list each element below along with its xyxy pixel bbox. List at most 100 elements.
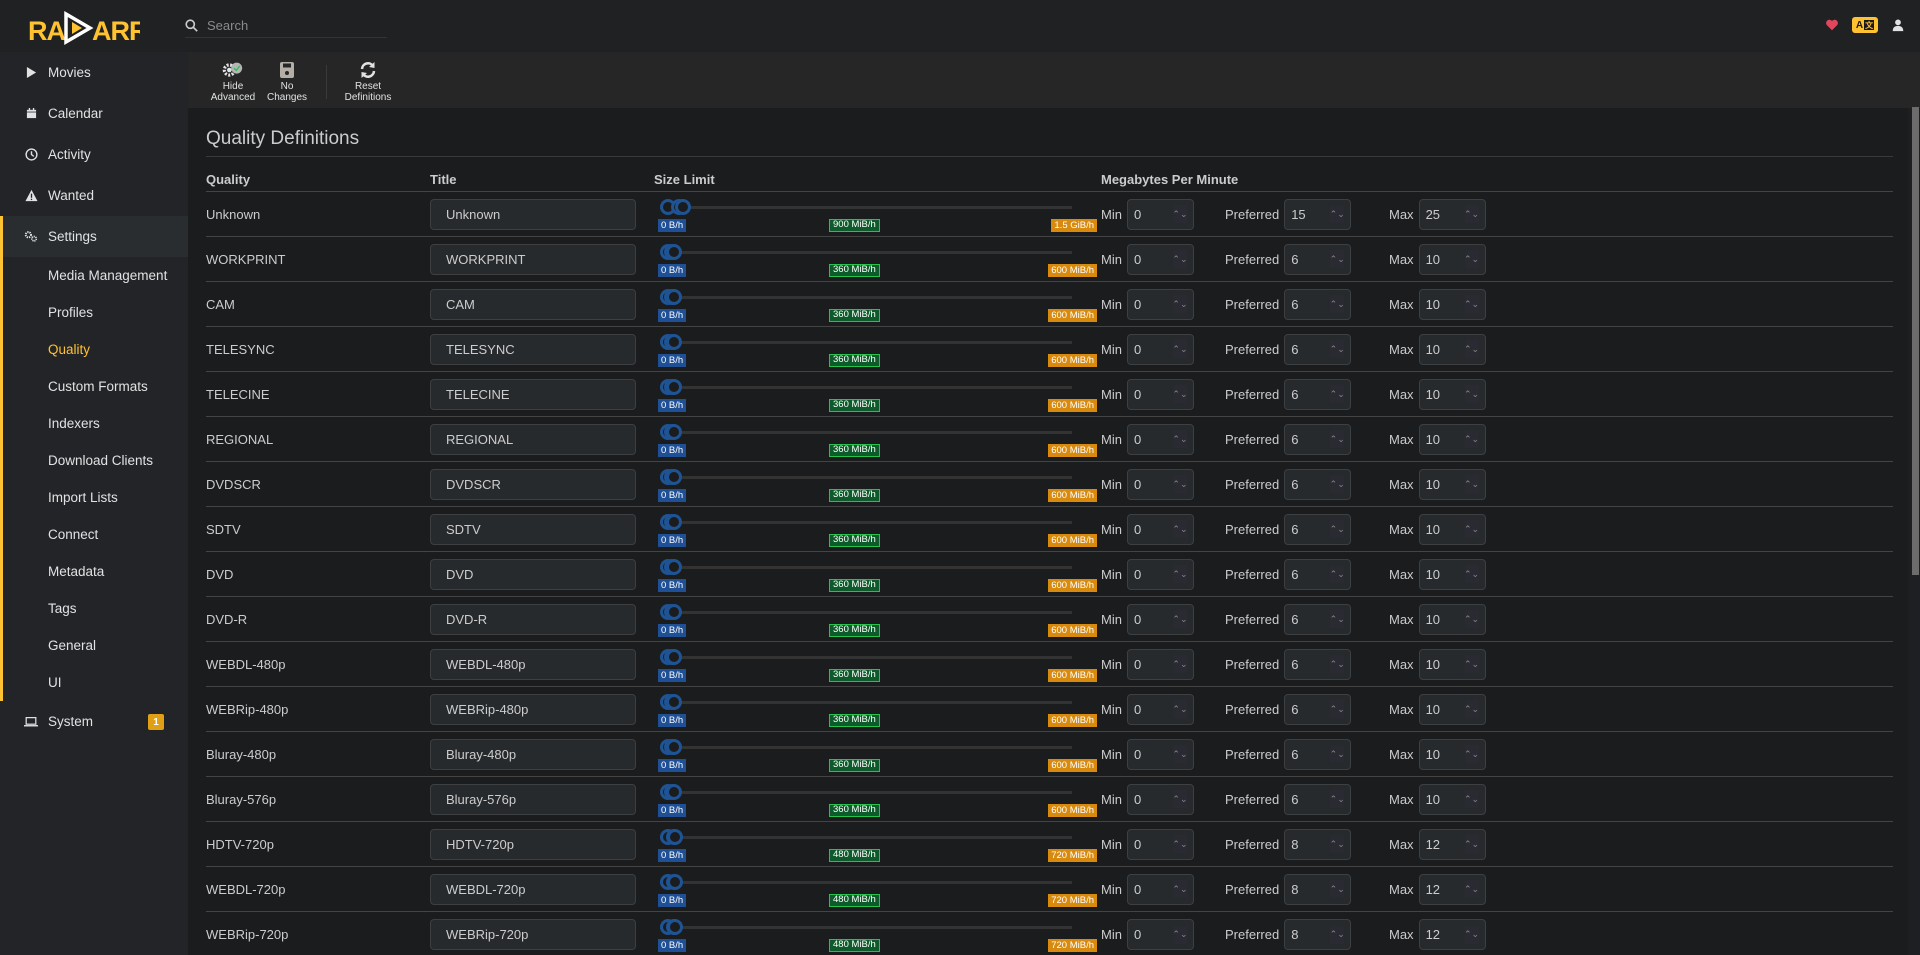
spinner-icon[interactable]: ⌃⌄ (1172, 655, 1188, 673)
sidebar-subitem-tags[interactable]: Tags (3, 590, 188, 627)
title-input[interactable] (430, 333, 636, 365)
hide-advanced-button[interactable]: Hide Advanced (206, 60, 260, 103)
max-number-input[interactable]: 10 ⌃⌄ (1418, 243, 1486, 275)
size-limit-slider[interactable]: 0 B/h 360 MiB/h 600 MiB/h (654, 282, 1101, 327)
spinner-icon[interactable]: ⌃⌄ (1172, 385, 1188, 403)
slider-handle-max[interactable] (666, 783, 682, 800)
save-button[interactable]: No Changes (260, 60, 314, 103)
spinner-icon[interactable]: ⌃⌄ (1464, 295, 1479, 313)
preferred-number-input[interactable]: 6 ⌃⌄ (1284, 423, 1352, 455)
sidebar-subitem-ui[interactable]: UI (3, 664, 188, 701)
reset-definitions-button[interactable]: Reset Definitions (341, 60, 395, 103)
spinner-icon[interactable]: ⌃⌄ (1330, 385, 1345, 403)
slider-handle-max[interactable] (675, 198, 691, 215)
slider-handle-max[interactable] (666, 738, 682, 755)
spinner-icon[interactable]: ⌃⌄ (1330, 655, 1345, 673)
spinner-icon[interactable]: ⌃⌄ (1464, 835, 1479, 853)
max-number-input[interactable]: 10 ⌃⌄ (1418, 693, 1486, 725)
sidebar-item-settings[interactable]: Settings (0, 216, 188, 257)
spinner-icon[interactable]: ⌃⌄ (1330, 790, 1345, 808)
sidebar-subitem-media-management[interactable]: Media Management (3, 257, 188, 294)
size-limit-slider[interactable]: 0 B/h 360 MiB/h 600 MiB/h (654, 552, 1101, 597)
spinner-icon[interactable]: ⌃⌄ (1464, 475, 1479, 493)
spinner-icon[interactable]: ⌃⌄ (1172, 835, 1188, 853)
min-number-input[interactable]: 0 ⌃⌄ (1126, 648, 1194, 680)
spinner-icon[interactable]: ⌃⌄ (1464, 430, 1479, 448)
min-number-input[interactable]: 0 ⌃⌄ (1126, 243, 1194, 275)
title-input[interactable] (430, 513, 636, 545)
spinner-icon[interactable]: ⌃⌄ (1172, 430, 1188, 448)
min-number-input[interactable]: 0 ⌃⌄ (1126, 873, 1194, 905)
sidebar-item-activity[interactable]: Activity (0, 134, 188, 175)
preferred-number-input[interactable]: 6 ⌃⌄ (1284, 468, 1352, 500)
min-number-input[interactable]: 0 ⌃⌄ (1126, 333, 1194, 365)
sidebar-subitem-custom-formats[interactable]: Custom Formats (3, 368, 188, 405)
max-number-input[interactable]: 10 ⌃⌄ (1418, 648, 1486, 680)
preferred-number-input[interactable]: 6 ⌃⌄ (1284, 243, 1352, 275)
spinner-icon[interactable]: ⌃⌄ (1464, 655, 1479, 673)
slider-handle-max[interactable] (667, 828, 684, 845)
size-limit-slider[interactable]: 0 B/h 360 MiB/h 600 MiB/h (654, 462, 1101, 507)
min-number-input[interactable]: 0 ⌃⌄ (1126, 693, 1194, 725)
size-limit-slider[interactable]: 0 B/h 360 MiB/h 600 MiB/h (654, 327, 1101, 372)
spinner-icon[interactable]: ⌃⌄ (1330, 835, 1345, 853)
title-input[interactable] (430, 828, 636, 860)
title-input[interactable] (430, 558, 636, 590)
spinner-icon[interactable]: ⌃⌄ (1172, 340, 1188, 358)
spinner-icon[interactable]: ⌃⌄ (1330, 250, 1345, 268)
title-input[interactable] (430, 243, 636, 275)
title-input[interactable] (430, 468, 636, 500)
max-number-input[interactable]: 25 ⌃⌄ (1418, 198, 1486, 230)
spinner-icon[interactable]: ⌃⌄ (1172, 880, 1188, 898)
title-input[interactable] (430, 693, 636, 725)
slider-handle-max[interactable] (666, 603, 682, 620)
spinner-icon[interactable]: ⌃⌄ (1464, 880, 1479, 898)
spinner-icon[interactable]: ⌃⌄ (1464, 520, 1479, 538)
spinner-icon[interactable]: ⌃⌄ (1172, 745, 1188, 763)
size-limit-slider[interactable]: 0 B/h 480 MiB/h 720 MiB/h (654, 867, 1101, 912)
translate-icon[interactable]: A文 (1852, 17, 1878, 33)
sidebar-subitem-metadata[interactable]: Metadata (3, 553, 188, 590)
spinner-icon[interactable]: ⌃⌄ (1330, 610, 1345, 628)
max-number-input[interactable]: 10 ⌃⌄ (1418, 558, 1486, 590)
spinner-icon[interactable]: ⌃⌄ (1464, 565, 1479, 583)
spinner-icon[interactable]: ⌃⌄ (1330, 430, 1345, 448)
size-limit-slider[interactable]: 0 B/h 360 MiB/h 600 MiB/h (654, 777, 1101, 822)
preferred-number-input[interactable]: 8 ⌃⌄ (1284, 919, 1352, 950)
slider-handle-max[interactable] (667, 873, 684, 890)
max-number-input[interactable]: 12 ⌃⌄ (1418, 873, 1486, 905)
min-number-input[interactable]: 0 ⌃⌄ (1126, 738, 1194, 770)
sidebar-subitem-profiles[interactable]: Profiles (3, 294, 188, 331)
preferred-number-input[interactable]: 6 ⌃⌄ (1284, 648, 1352, 680)
spinner-icon[interactable]: ⌃⌄ (1172, 565, 1188, 583)
sidebar-item-calendar[interactable]: Calendar (0, 93, 188, 134)
max-number-input[interactable]: 10 ⌃⌄ (1418, 513, 1486, 545)
sidebar-subitem-quality[interactable]: Quality (3, 331, 188, 368)
slider-handle-max[interactable] (666, 468, 682, 485)
slider-handle-max[interactable] (666, 333, 682, 350)
slider-handle-max[interactable] (667, 919, 684, 935)
spinner-icon[interactable]: ⌃⌄ (1330, 205, 1345, 223)
slider-handle-max[interactable] (666, 423, 682, 440)
title-input[interactable] (430, 738, 636, 770)
sidebar-subitem-general[interactable]: General (3, 627, 188, 664)
search-input[interactable] (207, 18, 377, 33)
preferred-number-input[interactable]: 6 ⌃⌄ (1284, 738, 1352, 770)
spinner-icon[interactable]: ⌃⌄ (1172, 205, 1188, 223)
title-input[interactable] (430, 919, 636, 950)
spinner-icon[interactable]: ⌃⌄ (1172, 295, 1188, 313)
min-number-input[interactable]: 0 ⌃⌄ (1126, 468, 1194, 500)
preferred-number-input[interactable]: 6 ⌃⌄ (1284, 333, 1352, 365)
size-limit-slider[interactable]: 0 B/h 360 MiB/h 600 MiB/h (654, 237, 1101, 282)
spinner-icon[interactable]: ⌃⌄ (1172, 790, 1188, 808)
sidebar-item-movies[interactable]: Movies (0, 52, 188, 93)
preferred-number-input[interactable]: 15 ⌃⌄ (1284, 198, 1352, 230)
preferred-number-input[interactable]: 8 ⌃⌄ (1284, 828, 1352, 860)
spinner-icon[interactable]: ⌃⌄ (1464, 205, 1479, 223)
max-number-input[interactable]: 10 ⌃⌄ (1418, 423, 1486, 455)
slider-handle-max[interactable] (666, 693, 682, 710)
preferred-number-input[interactable]: 6 ⌃⌄ (1284, 603, 1352, 635)
slider-handle-max[interactable] (666, 243, 682, 260)
size-limit-slider[interactable]: 0 B/h 360 MiB/h 600 MiB/h (654, 372, 1101, 417)
size-limit-slider[interactable]: 0 B/h 360 MiB/h 600 MiB/h (654, 417, 1101, 462)
